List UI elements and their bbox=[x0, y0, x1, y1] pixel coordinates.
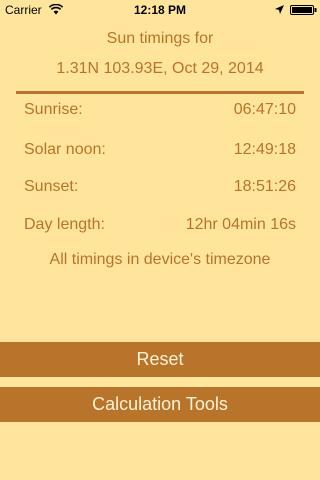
sunrise-label: Sunrise: bbox=[24, 101, 83, 118]
sunset-label: Sunset: bbox=[24, 178, 79, 195]
sunset-row: Sunset: 18:51:26 bbox=[24, 178, 296, 200]
solar-noon-label: Solar noon: bbox=[24, 141, 106, 158]
sunrise-value: 06:47:10 bbox=[233, 101, 296, 118]
header-title: Sun timings for bbox=[106, 30, 214, 47]
day-length-label: Day length: bbox=[24, 216, 105, 233]
reset-button[interactable]: Reset bbox=[0, 342, 320, 377]
solar-noon-value: 12:49:18 bbox=[233, 141, 296, 158]
day-length-value: 12hr 04min 16s bbox=[185, 216, 296, 233]
location-arrow-icon bbox=[275, 5, 284, 14]
solar-noon-row: Solar noon: 12:49:18 bbox=[24, 141, 296, 163]
status-clock: 12:18 PM bbox=[133, 3, 187, 17]
timezone-note: All timings in device's timezone bbox=[49, 251, 271, 268]
sunset-value: 18:51:26 bbox=[233, 178, 296, 195]
header-location-date: 1.31N 103.93E, Oct 29, 2014 bbox=[56, 60, 264, 77]
divider bbox=[16, 91, 304, 94]
calculation-tools-button[interactable]: Calculation Tools bbox=[0, 387, 320, 422]
status-bar: Carrier 12:18 PM bbox=[0, 0, 320, 20]
battery-icon bbox=[290, 5, 317, 15]
day-length-row: Day length: 12hr 04min 16s bbox=[24, 216, 296, 238]
sunrise-row: Sunrise: 06:47:10 bbox=[24, 101, 296, 123]
